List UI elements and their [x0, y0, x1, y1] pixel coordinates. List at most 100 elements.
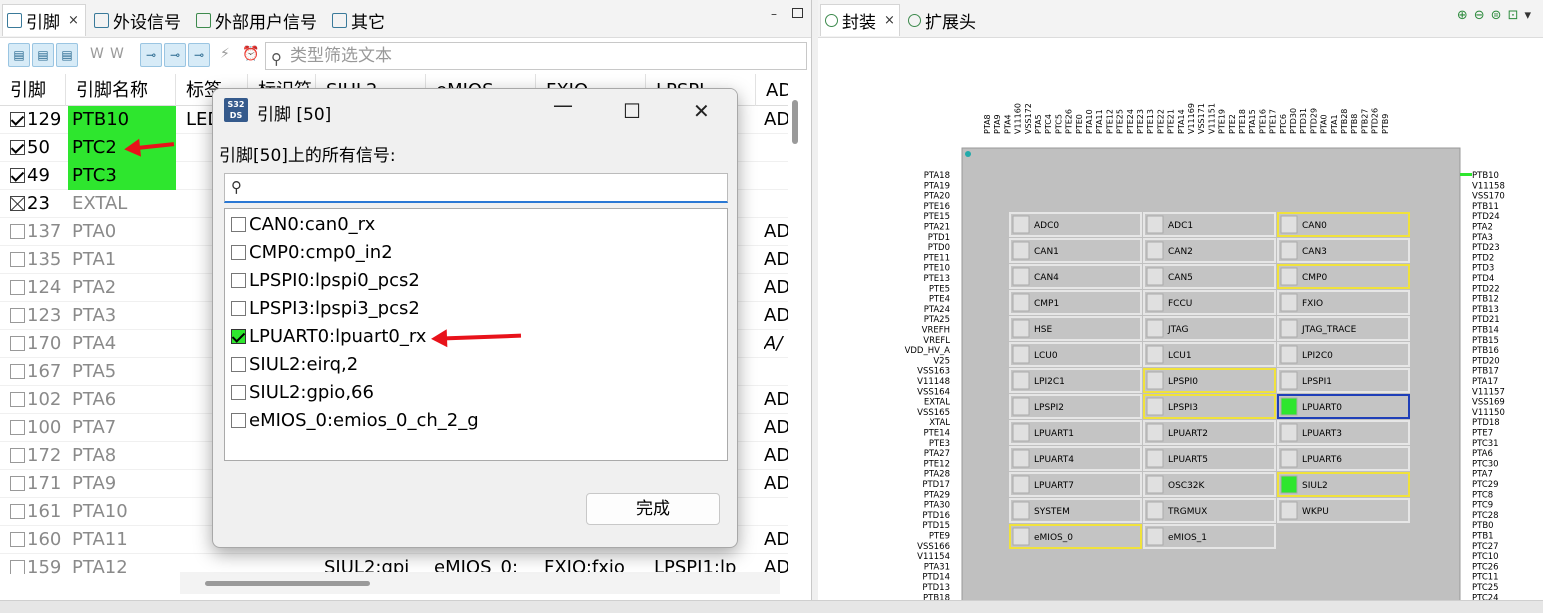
pin-cell[interactable]: 123: [10, 302, 66, 330]
signal-checkbox[interactable]: [231, 413, 246, 428]
peripheral-block[interactable]: [1009, 342, 1142, 367]
table-row[interactable]: 159 PTA12 SIUL2:gpi eMIOS_0: FXIO:fxio LPSPI1…: [0, 554, 788, 574]
signal-list-item[interactable]: SIUL2:eirq,2: [231, 351, 358, 379]
minimize-icon[interactable]: –: [768, 8, 780, 20]
maximize-button[interactable]: ☐: [623, 99, 641, 123]
pin-cell[interactable]: 50: [10, 134, 66, 162]
pin-cell[interactable]: 161: [10, 498, 66, 526]
peripheral-block[interactable]: [1143, 290, 1276, 315]
peripheral-block[interactable]: [1143, 264, 1276, 289]
wave-icon[interactable]: W: [110, 46, 124, 62]
zoom-fit-icon[interactable]: ⊜: [1491, 8, 1508, 23]
peripheral-block[interactable]: [1009, 498, 1142, 523]
peripheral-block[interactable]: [1143, 498, 1276, 523]
signal-list-item[interactable]: LPSPI0:lpspi0_pcs2: [231, 267, 420, 295]
pin-cell[interactable]: 23: [10, 190, 66, 218]
column-header[interactable]: AD: [756, 74, 788, 106]
peripheral-block[interactable]: [1009, 368, 1142, 393]
pin-checkbox[interactable]: [10, 112, 25, 127]
pin-checkbox[interactable]: [10, 224, 25, 239]
peripheral-block[interactable]: [1009, 394, 1142, 419]
pin-cell[interactable]: 167: [10, 358, 66, 386]
filter-input[interactable]: ⚲ 类型筛选文本: [265, 42, 807, 70]
pin-cell[interactable]: 160: [10, 526, 66, 554]
peripheral-block[interactable]: [1143, 212, 1276, 237]
minimize-button[interactable]: —: [553, 93, 573, 117]
zoom-out-icon[interactable]: ⊖: [1474, 8, 1491, 23]
wave-icon[interactable]: W: [90, 46, 104, 62]
peripheral-block[interactable]: [1143, 238, 1276, 263]
peripheral-block[interactable]: [1143, 420, 1276, 445]
signal-list-item[interactable]: LPUART0:lpuart0_rx: [231, 323, 426, 351]
connect-icon[interactable]: ⊸: [140, 43, 162, 67]
pin-cell[interactable]: 124: [10, 274, 66, 302]
peripheral-block[interactable]: [1143, 368, 1276, 393]
pin-checkbox[interactable]: [10, 448, 25, 463]
close-button[interactable]: ✕: [693, 99, 710, 123]
pin-cell[interactable]: 135: [10, 246, 66, 274]
peripheral-block[interactable]: [1277, 472, 1410, 497]
peripheral-block[interactable]: [1277, 264, 1410, 289]
horizontal-scrollbar[interactable]: [205, 581, 370, 586]
pin-cell[interactable]: 100: [10, 414, 66, 442]
pin-checkbox[interactable]: [10, 364, 25, 379]
peripheral-block[interactable]: [1009, 238, 1142, 263]
close-icon[interactable]: ×: [68, 13, 79, 28]
peripheral-block[interactable]: [1277, 290, 1410, 315]
peripheral-block[interactable]: [1009, 290, 1142, 315]
peripheral-block[interactable]: [1009, 472, 1142, 497]
peripheral-block[interactable]: [1277, 446, 1410, 471]
zoom-in-icon[interactable]: ⊕: [1457, 8, 1474, 23]
peripheral-block[interactable]: [1009, 446, 1142, 471]
pin-checkbox[interactable]: [10, 560, 25, 574]
signal-list-item[interactable]: LPSPI3:lpspi3_pcs2: [231, 295, 420, 323]
tab-pins[interactable]: 引脚 ×: [2, 4, 86, 36]
pin-checkbox[interactable]: [10, 140, 25, 155]
peripheral-block[interactable]: [1009, 212, 1142, 237]
peripheral-block[interactable]: [1277, 368, 1410, 393]
vertical-scrollbar[interactable]: [792, 100, 798, 144]
tab-external-user-signals[interactable]: 外部用户信号: [192, 4, 321, 36]
signal-checkbox[interactable]: [231, 301, 246, 316]
tab-package[interactable]: 封装 ×: [820, 4, 900, 36]
peripheral-block[interactable]: [1143, 524, 1276, 549]
pin-checkbox[interactable]: [10, 532, 25, 547]
peripheral-block[interactable]: [1143, 472, 1276, 497]
pin-cell[interactable]: 129: [10, 106, 66, 134]
pin-cell[interactable]: 171: [10, 470, 66, 498]
maximize-icon[interactable]: [792, 8, 803, 18]
connect-icon[interactable]: ⊸: [188, 43, 210, 67]
signal-list-item[interactable]: SIUL2:gpio,66: [231, 379, 374, 407]
peripheral-block[interactable]: [1143, 394, 1276, 419]
peripheral-block[interactable]: [1277, 394, 1410, 419]
column-header[interactable]: 引脚名称: [66, 74, 176, 106]
peripheral-block[interactable]: [1277, 342, 1410, 367]
peripheral-block[interactable]: [1009, 316, 1142, 341]
signal-checkbox[interactable]: [231, 385, 246, 400]
signal-checkbox[interactable]: [231, 217, 246, 232]
pin-checkbox[interactable]: [10, 336, 25, 351]
column-header[interactable]: 引脚: [0, 74, 66, 106]
peripheral-block[interactable]: [1277, 212, 1410, 237]
peripheral-block[interactable]: [1143, 446, 1276, 471]
signal-list-item[interactable]: CAN0:can0_rx: [231, 211, 375, 239]
signal-checkbox[interactable]: [231, 245, 246, 260]
tab-peripheral-signals[interactable]: 外设信号: [90, 4, 185, 36]
power-icon[interactable]: ⚡: [220, 46, 230, 62]
pin-checkbox[interactable]: [10, 168, 25, 183]
layout-icon[interactable]: ▤: [56, 43, 78, 67]
peripheral-block[interactable]: [1143, 342, 1276, 367]
tab-expansion-header[interactable]: 扩展头: [904, 4, 980, 36]
pin-checkbox[interactable]: [10, 476, 25, 491]
pin-cell[interactable]: 49: [10, 162, 66, 190]
peripheral-block[interactable]: [1009, 264, 1142, 289]
pin-checkbox[interactable]: [10, 392, 25, 407]
peripheral-block[interactable]: [1009, 420, 1142, 445]
pin-checkbox[interactable]: [10, 196, 25, 211]
peripheral-block[interactable]: [1009, 524, 1142, 549]
pin-cell[interactable]: 137: [10, 218, 66, 246]
layout-icon[interactable]: ▤: [32, 43, 54, 67]
chevron-down-icon[interactable]: ▾: [1524, 8, 1537, 23]
close-icon[interactable]: ×: [884, 13, 895, 28]
signal-list-item[interactable]: eMIOS_0:emios_0_ch_2_g: [231, 407, 479, 435]
